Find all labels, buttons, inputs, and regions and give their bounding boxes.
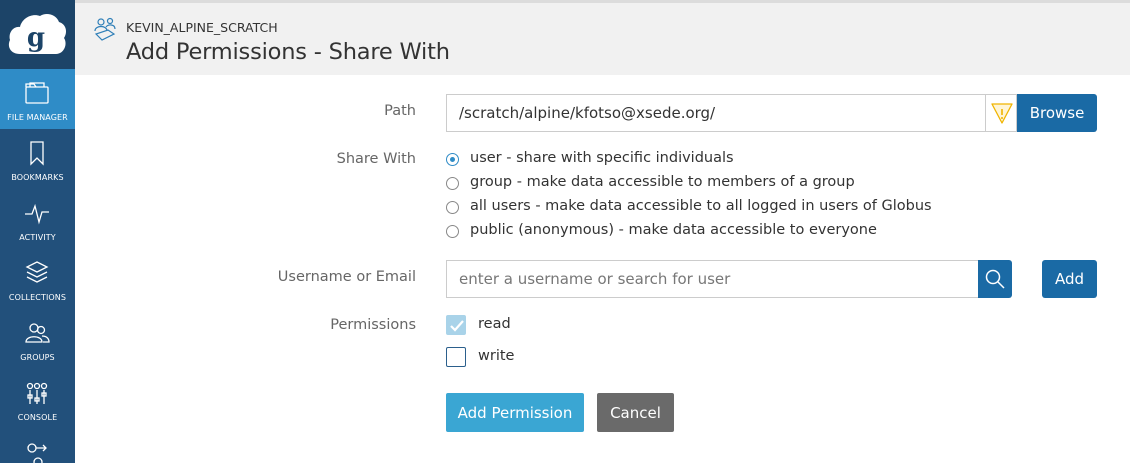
nav-groups[interactable]: GROUPS <box>0 309 75 369</box>
search-button[interactable] <box>978 260 1012 298</box>
svg-text:g: g <box>27 23 45 53</box>
radio-button[interactable] <box>446 201 459 214</box>
check-icon <box>450 320 464 332</box>
write-checkbox[interactable] <box>446 347 466 367</box>
radio-button[interactable] <box>446 153 459 166</box>
nav-label: COLLECTIONS <box>8 293 67 302</box>
sidebar: g FILE MANAGER BOOKMARKS ACTIVITY COLLEC… <box>0 0 75 463</box>
globus-logo[interactable]: g <box>0 0 75 69</box>
permissions-label: Permissions <box>330 317 416 333</box>
permission-text: read <box>478 316 511 332</box>
collection-name: KEVIN_ALPINE_SCRATCH <box>126 20 278 35</box>
nav-file-manager[interactable]: FILE MANAGER <box>0 69 75 129</box>
search-icon <box>985 269 1005 289</box>
browse-button[interactable]: Browse <box>1017 94 1097 132</box>
share-with-label: Share With <box>336 151 416 167</box>
path-warning[interactable] <box>985 94 1017 132</box>
read-checkbox[interactable] <box>446 315 466 335</box>
share-option-text: public (anonymous) - make data accessibl… <box>470 222 877 238</box>
nav-bookmarks[interactable]: BOOKMARKS <box>0 129 75 189</box>
layers-icon <box>25 261 49 283</box>
nav-label: GROUPS <box>20 353 55 362</box>
radio-button[interactable] <box>446 225 459 238</box>
nav-collections[interactable]: COLLECTIONS <box>0 249 75 309</box>
share-option-text: all users - make data accessible to all … <box>470 198 932 214</box>
cancel-button[interactable]: Cancel <box>597 393 674 432</box>
nav-label: CONSOLE <box>17 413 58 422</box>
nav-label: FILE MANAGER <box>7 113 68 122</box>
add-user-button[interactable]: Add <box>1042 260 1097 298</box>
folder-icon <box>25 82 49 104</box>
page-header: KEVIN_ALPINE_SCRATCH Add Permissions - S… <box>75 0 1130 75</box>
activity-icon <box>25 203 49 225</box>
add-permission-button[interactable]: Add Permission <box>446 393 584 432</box>
nav-flows[interactable] <box>0 429 75 463</box>
username-search-input[interactable] <box>446 260 979 298</box>
share-option-text: group - make data accessible to members … <box>470 174 855 190</box>
collection-share-icon <box>94 17 116 41</box>
path-label: Path <box>384 103 416 119</box>
page-title: Add Permissions - Share With <box>126 39 450 65</box>
path-field[interactable]: /scratch/alpine/kfotso@xsede.org/ <box>446 94 986 132</box>
nav-label: ACTIVITY <box>19 233 56 242</box>
username-label: Username or Email <box>277 269 416 285</box>
sliders-icon <box>26 382 48 404</box>
bookmark-icon <box>30 141 44 166</box>
warning-icon <box>991 103 1013 124</box>
flows-icon <box>27 443 47 463</box>
share-option-text: user - share with specific individuals <box>470 150 734 166</box>
groups-icon <box>25 323 50 343</box>
nav-activity[interactable]: ACTIVITY <box>0 189 75 249</box>
permission-text: write <box>478 348 515 364</box>
nav-console[interactable]: CONSOLE <box>0 369 75 429</box>
radio-button[interactable] <box>446 177 459 190</box>
nav-label: BOOKMARKS <box>11 173 64 182</box>
